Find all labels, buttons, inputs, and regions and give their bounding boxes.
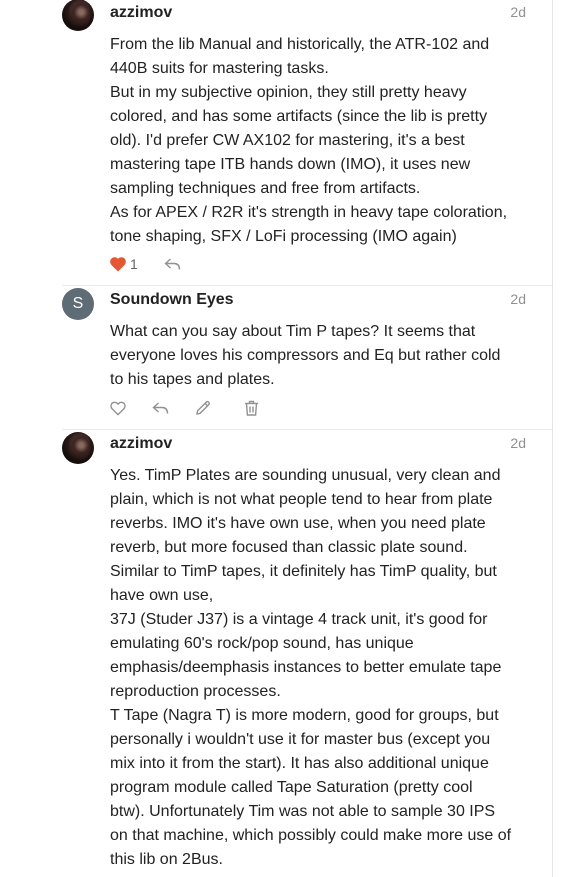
post-text-line: btw). Unfortunately Tim was not able to … xyxy=(110,803,496,820)
post-text-line: sampling techniques and free from artifa… xyxy=(110,180,421,197)
post-text-line: everyone loves his compressors and Eq bu… xyxy=(110,347,501,364)
post-azzimov-1: azzimov 2d From the lib Manual and histo… xyxy=(0,0,553,285)
topic-thread: azzimov 2d From the lib Manual and histo… xyxy=(0,0,563,877)
post-text-line: emphasis/deemphasis instances to better … xyxy=(110,659,502,676)
post-text-line: colored, and has some artifacts (since t… xyxy=(110,108,488,125)
trash-icon xyxy=(245,400,258,416)
post-text-line: this lib on 2Bus. xyxy=(110,851,223,868)
post-text-line: But in my subjective opinion, they still… xyxy=(110,84,467,101)
delete-button[interactable] xyxy=(244,398,259,418)
post-text-line: mastering tape ITB hands down (IMO), it … xyxy=(110,156,471,173)
post-username[interactable]: azzimov xyxy=(110,435,172,453)
reply-icon xyxy=(164,257,180,270)
like-count: 1 xyxy=(130,256,138,272)
post-username[interactable]: azzimov xyxy=(110,4,172,22)
post-text-line: 440B suits for mastering tasks. xyxy=(110,60,329,77)
post-text-line: What can you say about Tim P tapes? It s… xyxy=(110,323,476,340)
post-text-line: plain, which is not what people tend to … xyxy=(110,491,493,508)
post-date[interactable]: 2d xyxy=(510,291,526,307)
avatar[interactable]: S xyxy=(62,288,94,320)
avatar[interactable] xyxy=(62,432,94,464)
post-text-line: have own use, xyxy=(110,587,214,604)
post-date[interactable]: 2d xyxy=(510,435,526,451)
post-soundown-eyes: S Soundown Eyes 2d What can you say abou… xyxy=(0,286,553,429)
post-text-line: reverbs. IMO it's have own use, when you… xyxy=(110,515,486,532)
post-text-line: mix into it from the start). It has also… xyxy=(110,755,489,772)
heart-outline-icon xyxy=(110,401,126,416)
post-body: From the lib Manual and historically, th… xyxy=(110,33,530,249)
post-text-line: 37J (Studer J37) is a vintage 4 track un… xyxy=(110,611,488,628)
reply-icon xyxy=(152,401,169,414)
post-text-line: From the lib Manual and historically, th… xyxy=(110,36,490,53)
post-text-line: reverb, but more focused than classic pl… xyxy=(110,539,468,556)
post-text-line: T Tape (Nagra T) is more modern, good fo… xyxy=(110,707,499,724)
post-text-line: Similar to TimP tapes, it definitely has… xyxy=(110,563,497,580)
post-actions: 1 xyxy=(110,254,181,274)
post-text-line: reproduction processes. xyxy=(110,683,281,700)
post-text-line: to his tapes and plates. xyxy=(110,371,275,388)
pencil-icon xyxy=(196,400,210,415)
post-text-line: program module called Tape Saturation (p… xyxy=(110,779,473,796)
post-text-line: As for APEX / R2R it's strength in heavy… xyxy=(110,204,508,221)
post-username[interactable]: Soundown Eyes xyxy=(110,291,234,309)
post-body: What can you say about Tim P tapes? It s… xyxy=(110,320,530,392)
post-text-line: tone shaping, SFX / LoFi processing (IMO… xyxy=(110,228,457,245)
avatar[interactable] xyxy=(62,0,94,31)
like-button[interactable] xyxy=(110,398,126,418)
post-actions xyxy=(110,398,259,418)
post-text-line: emulating 60's rock/pop sound, has uniqu… xyxy=(110,635,414,652)
post-body: Yes. TimP Plates are sounding unusual, v… xyxy=(110,464,530,872)
like-button[interactable]: 1 xyxy=(110,254,138,274)
post-text-line: on that machine, which possibly could ma… xyxy=(110,827,512,844)
post-text-line: old). I'd prefer CW AX102 for mastering,… xyxy=(110,132,465,149)
post-azzimov-2: azzimov 2d Yes. TimP Plates are sounding… xyxy=(0,430,553,877)
post-text-line: personally i wouldn't use it for master … xyxy=(110,731,491,748)
post-date[interactable]: 2d xyxy=(510,4,526,20)
post-text-line: Yes. TimP Plates are sounding unusual, v… xyxy=(110,467,501,484)
reply-button[interactable] xyxy=(152,398,169,418)
heart-filled-icon xyxy=(110,256,126,271)
reply-button[interactable] xyxy=(164,254,181,274)
edit-button[interactable] xyxy=(195,398,211,418)
